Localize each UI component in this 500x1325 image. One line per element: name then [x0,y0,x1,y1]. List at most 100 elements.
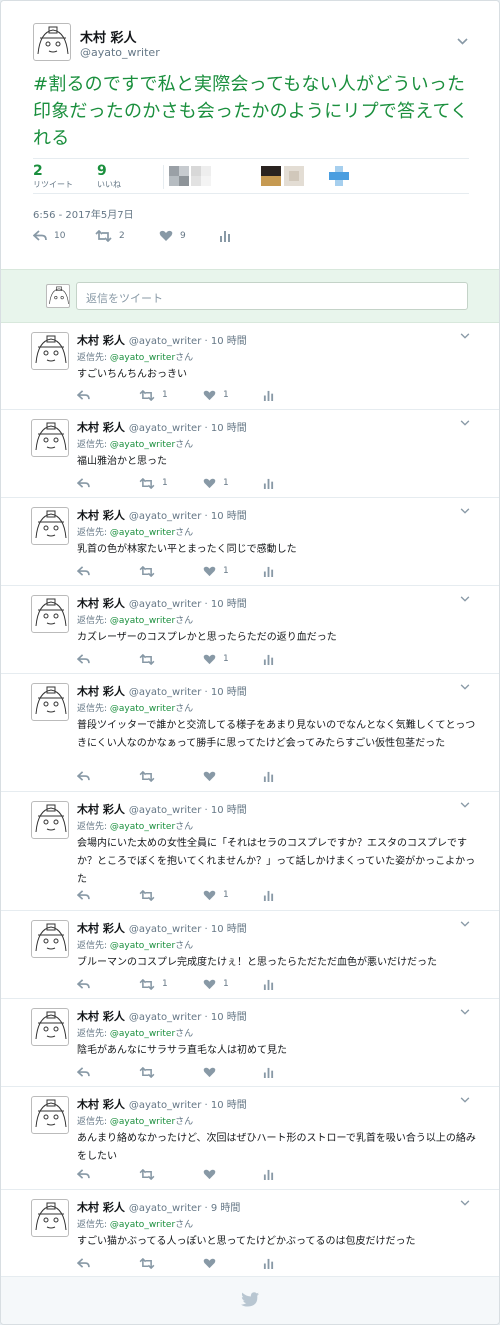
chevron-down-icon[interactable] [460,1008,470,1018]
author-name[interactable]: 木村 彩人 [77,685,125,698]
author-name[interactable]: 木村 彩人 [77,597,125,610]
avatar[interactable] [31,801,69,839]
like-button[interactable]: 1 [203,977,229,991]
reply-tweet[interactable]: 木村 彩人 @ayato_writer · 10 時間 返信先: @ayato_wr… [1,911,499,999]
avatar[interactable] [31,1096,69,1134]
avatar[interactable] [31,419,69,457]
author-name[interactable]: 木村 彩人 [77,421,125,434]
author-name[interactable]: 木村 彩人 [80,27,137,46]
retweet-button[interactable] [139,888,162,902]
reply-button[interactable] [77,652,90,666]
reply-button[interactable] [77,388,90,402]
author-handle[interactable]: @ayato_writer [129,599,201,610]
avatar[interactable] [31,683,69,721]
reply-to-handle[interactable]: @ayato_writer [110,1220,175,1230]
liker-avatar[interactable] [329,166,349,186]
retweet-stat[interactable]: 2 リツイート [33,162,73,190]
author-name[interactable]: 木村 彩人 [77,334,125,347]
chevron-down-icon[interactable] [457,37,469,47]
like-button[interactable]: 1 [203,388,229,402]
author-name[interactable]: 木村 彩人 [77,922,125,935]
like-button[interactable]: 1 [203,652,229,666]
reply-time[interactable]: 10 時間 [211,336,247,347]
reply-time[interactable]: 10 時間 [211,599,247,610]
retweet-button[interactable] [139,1256,162,1270]
reply-button[interactable] [77,564,90,578]
avatar[interactable] [31,1008,69,1046]
like-button[interactable]: 9 [159,229,186,243]
reply-input[interactable]: 返信をツイート [76,282,468,310]
analytics-button[interactable] [263,1167,274,1181]
avatar[interactable] [31,507,69,545]
avatar[interactable] [31,1199,69,1237]
reply-button[interactable] [77,476,90,490]
chevron-down-icon[interactable] [460,683,470,693]
retweet-button[interactable]: 2 [95,229,125,243]
analytics-button[interactable] [219,229,231,243]
reply-to-handle[interactable]: @ayato_writer [110,941,175,951]
reply-button[interactable] [77,769,90,783]
author-handle[interactable]: @ayato_writer [129,1203,201,1214]
chevron-down-icon[interactable] [460,920,470,930]
reply-time[interactable]: 10 時間 [211,1012,247,1023]
author-name[interactable]: 木村 彩人 [77,803,125,816]
chevron-down-icon[interactable] [460,419,470,429]
analytics-button[interactable] [263,564,274,578]
reply-time[interactable]: 10 時間 [211,924,247,935]
tweet-timestamp[interactable]: 6:56 - 2017年5月7日 [33,206,134,221]
reply-tweet[interactable]: 木村 彩人 @ayato_writer · 9 時間 返信先: @ayato_wri… [1,1190,499,1277]
author-handle[interactable]: @ayato_writer [129,423,201,434]
reply-tweet[interactable]: 木村 彩人 @ayato_writer · 10 時間 返信先: @ayato_wr… [1,792,499,911]
author-handle[interactable]: @ayato_writer [129,511,201,522]
reply-time[interactable]: 10 時間 [211,687,247,698]
reply-time[interactable]: 10 時間 [211,511,247,522]
analytics-button[interactable] [263,769,274,783]
analytics-button[interactable] [263,1065,274,1079]
reply-button[interactable] [77,1256,90,1270]
avatar[interactable] [31,332,69,370]
analytics-button[interactable] [263,888,274,902]
reply-to-handle[interactable]: @ayato_writer [110,528,175,538]
analytics-button[interactable] [263,652,274,666]
analytics-button[interactable] [263,388,274,402]
reply-tweet[interactable]: 木村 彩人 @ayato_writer · 10 時間 返信先: @ayato_wr… [1,999,499,1087]
author-name[interactable]: 木村 彩人 [77,1201,125,1214]
reply-to-handle[interactable]: @ayato_writer [110,1117,175,1127]
reply-time[interactable]: 10 時間 [211,805,247,816]
analytics-button[interactable] [263,977,274,991]
retweet-button[interactable]: 1 [139,388,168,402]
like-button[interactable]: 1 [203,564,229,578]
reply-to-handle[interactable]: @ayato_writer [110,616,175,626]
reply-button[interactable] [77,977,90,991]
avatar[interactable] [33,23,71,61]
author-handle[interactable]: @ayato_writer [129,924,201,935]
like-button[interactable]: 1 [203,888,229,902]
like-button[interactable] [203,1256,223,1270]
author-handle[interactable]: @ayato_writer [129,336,201,347]
retweet-button[interactable] [139,1065,162,1079]
liker-avatar[interactable] [284,166,304,186]
analytics-button[interactable] [263,476,274,490]
liker-avatar[interactable] [169,166,189,186]
liker-avatar[interactable] [191,166,211,186]
author-name[interactable]: 木村 彩人 [77,1098,125,1111]
like-stat[interactable]: 9 いいね [97,162,121,190]
reply-tweet[interactable]: 木村 彩人 @ayato_writer · 10 時間 返信先: @ayato_wr… [1,323,499,410]
reply-to-handle[interactable]: @ayato_writer [110,440,175,450]
retweet-button[interactable]: 1 [139,476,168,490]
avatar[interactable] [31,920,69,958]
chevron-down-icon[interactable] [460,1096,470,1106]
retweet-button[interactable] [139,769,162,783]
liker-avatar[interactable] [261,166,281,186]
reply-to-handle[interactable]: @ayato_writer [110,704,175,714]
chevron-down-icon[interactable] [460,507,470,517]
retweet-button[interactable]: 1 [139,977,168,991]
reply-button[interactable] [77,1065,90,1079]
author-name[interactable]: 木村 彩人 [77,509,125,522]
reply-button[interactable] [77,888,90,902]
chevron-down-icon[interactable] [460,801,470,811]
reply-tweet[interactable]: 木村 彩人 @ayato_writer · 10 時間 返信先: @ayato_wr… [1,1087,499,1190]
like-button[interactable] [203,1167,223,1181]
reply-tweet[interactable]: 木村 彩人 @ayato_writer · 10 時間 返信先: @ayato_wr… [1,586,499,674]
author-name[interactable]: 木村 彩人 [77,1010,125,1023]
